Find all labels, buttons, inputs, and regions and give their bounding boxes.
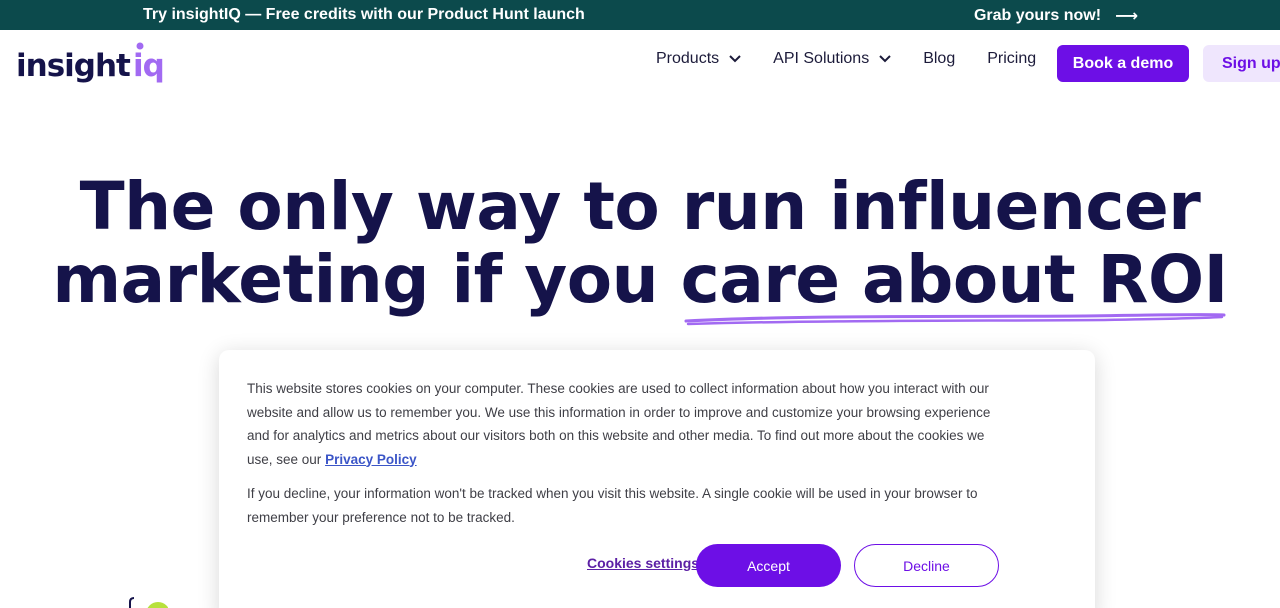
svg-text:iq: iq [133,48,164,84]
nav-item-api-solutions[interactable]: API Solutions [773,50,891,68]
cookies-settings-link[interactable]: Cookies settings [587,555,699,571]
hero-heading-line1: The only way to run influencer [79,168,1201,245]
decline-cookies-button[interactable]: Decline [854,544,999,587]
grab-credits-link[interactable]: Grab yours now! ⟶ [974,6,1138,25]
book-demo-button[interactable]: Book a demo [1057,45,1189,82]
cookie-consent-dialog: This website stores cookies on your comp… [219,350,1095,608]
nav-item-label: Blog [923,50,956,67]
chevron-down-icon [879,55,891,63]
nav-item-label: Pricing [987,50,1037,67]
hero-heading: The only way to run influencer marketing… [0,170,1280,316]
nav-item-label: API Solutions [773,50,870,67]
nav-item-blog[interactable]: Blog [923,50,955,68]
highlight-underline [684,313,1226,326]
announcement-text: Try insightIQ — Free credits with our Pr… [143,6,585,23]
privacy-policy-link[interactable]: Privacy Policy [325,452,417,467]
accept-cookies-button[interactable]: Accept [696,544,841,587]
hero-heading-highlight: care about ROI [680,241,1229,318]
nav-item-label: Products [656,50,720,67]
insightiq-logo[interactable]: insight iq [16,42,176,88]
announcement-bar: Try insightIQ — Free credits with our Pr… [0,0,1280,30]
nav-item-pricing[interactable]: Pricing [987,50,1036,68]
main-menu: Products API Solutions Blog Pricing [656,50,1036,68]
svg-text:insight: insight [16,48,131,84]
grab-credits-label: Grab yours now! [973,6,1102,24]
hero-heading-plain: marketing if you [52,241,681,318]
hero-heading-line2: marketing if you care about ROI [0,243,1280,316]
insightiq-logo-mark: insight iq [16,42,165,84]
nav-item-products[interactable]: Products [656,50,741,68]
partial-graphic [129,597,168,608]
cookie-decline-note: If you decline, your information won't b… [247,486,978,525]
top-navigation: insight iq Products API Solutions Blog P… [0,30,1280,96]
arrow-right-icon: ⟶ [1115,6,1138,25]
chevron-down-icon [729,55,741,63]
signup-button[interactable]: Sign up [1203,45,1280,82]
cookie-description: This website stores cookies on your comp… [247,377,1007,471]
